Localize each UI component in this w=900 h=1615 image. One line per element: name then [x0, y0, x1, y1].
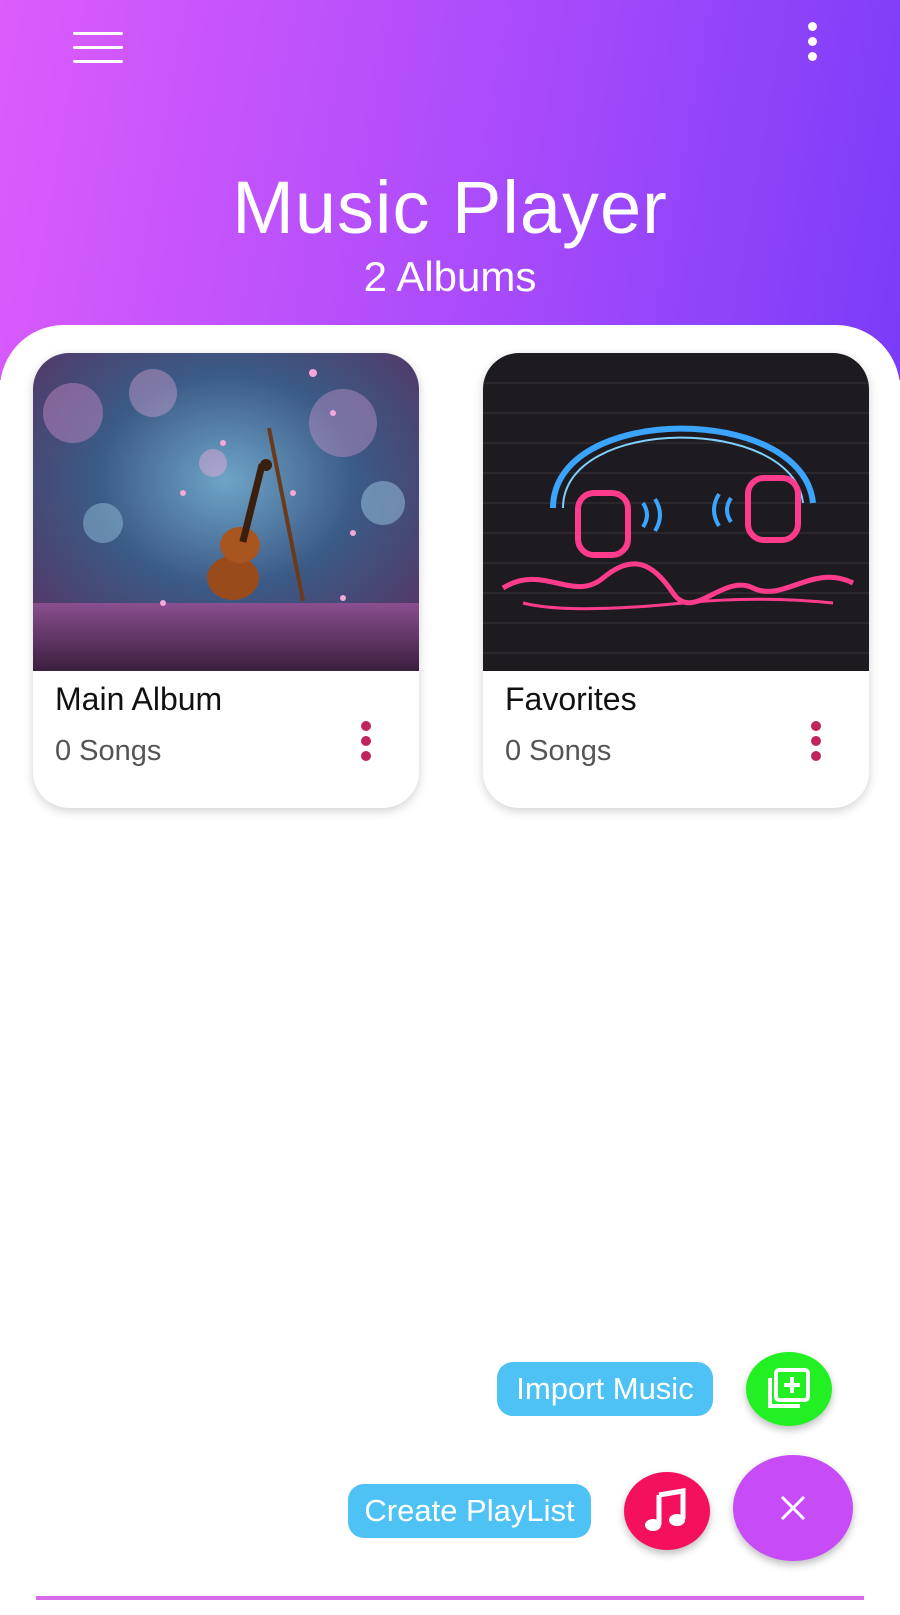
- album-song-count: 0 Songs: [55, 735, 162, 767]
- create-playlist-label[interactable]: Create PlayList: [348, 1484, 591, 1538]
- album-title: Main Album: [55, 681, 223, 717]
- album-cover-neon-headphones: [483, 353, 869, 671]
- import-music-label[interactable]: Import Music: [497, 1362, 713, 1416]
- add-library-icon: [768, 1368, 810, 1408]
- album-title: Favorites: [505, 681, 637, 717]
- bottom-divider: [36, 1596, 864, 1600]
- more-vertical-icon[interactable]: [790, 20, 834, 66]
- import-music-button[interactable]: [746, 1352, 832, 1426]
- close-icon: [780, 1495, 806, 1521]
- album-count: 2 Albums: [363, 253, 537, 300]
- more-vertical-icon[interactable]: [801, 719, 831, 763]
- header: Music Player 2 Albums: [0, 0, 900, 380]
- album-cover-violin: [33, 353, 419, 671]
- more-vertical-icon[interactable]: [351, 719, 381, 763]
- close-fab-button[interactable]: [733, 1455, 853, 1561]
- music-note-icon: [645, 1488, 686, 1531]
- album-card-main[interactable]: Main Album 0 Songs: [33, 353, 419, 808]
- hamburger-menu-icon[interactable]: [68, 28, 128, 68]
- create-playlist-button[interactable]: [624, 1472, 710, 1550]
- album-song-count: 0 Songs: [505, 735, 612, 767]
- album-card-favorites[interactable]: Favorites 0 Songs: [483, 353, 869, 808]
- page-title: Music Player: [232, 166, 668, 249]
